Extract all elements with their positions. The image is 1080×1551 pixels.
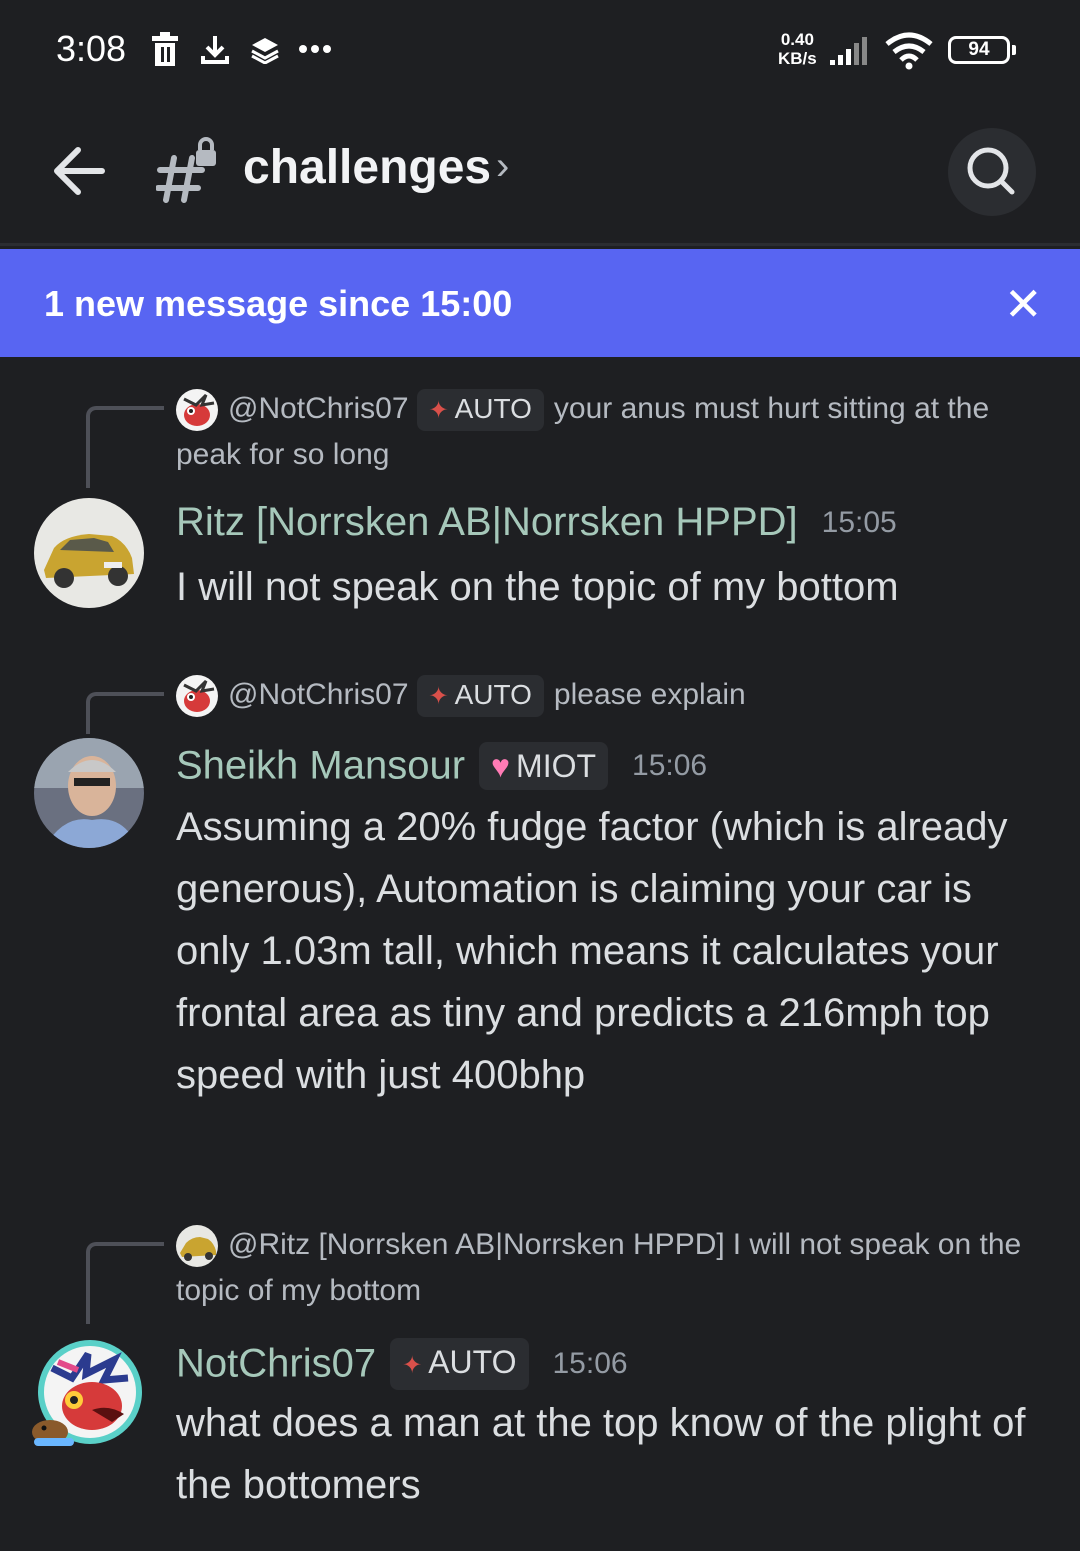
tag-label: AUTO	[454, 393, 532, 425]
message[interactable]: @NotChris07 ✦ AUTO your anus must hurt sitt…	[0, 380, 1080, 640]
role-tag: ✦ AUTO	[416, 675, 544, 718]
message-content: what does a man at the top know of the p…	[176, 1401, 1026, 1507]
reply-username[interactable]: @NotChris07	[228, 392, 409, 425]
net-speed: 0.40 KB/s	[778, 30, 817, 68]
avatar[interactable]	[34, 738, 144, 848]
username[interactable]: NotChris07	[176, 1342, 376, 1386]
message-content: I will not speak on the topic of my bott…	[176, 565, 899, 609]
message[interactable]: @NotChris07 ✦ AUTO please explain Sheikh Ma…	[0, 666, 1080, 1186]
username[interactable]: Sheikh Mansour	[176, 744, 465, 788]
username[interactable]: Ritz [Norrsken AB|Norrsken HPPD]	[176, 500, 798, 544]
new-messages-text: 1 new message since 15:00	[44, 283, 513, 324]
message-header: NotChris07 ✦ AUTO 15:06	[176, 1338, 628, 1390]
battery-indicator: 94	[948, 36, 1016, 64]
avatar[interactable]	[34, 498, 144, 608]
reply-preview[interactable]: @Ritz [Norrsken AB|Norrsken HPPD] I will …	[176, 1222, 1036, 1314]
role-tag: ✦ AUTO	[416, 389, 544, 432]
channel-hash-icon	[156, 137, 216, 203]
tag-label: AUTO	[454, 679, 532, 711]
layers-icon	[251, 38, 279, 64]
role-tag: ♥ MIOT	[479, 742, 609, 790]
new-messages-bar[interactable]: 1 new message since 15:00 ✕	[0, 249, 1080, 357]
auto-tag-icon: ✦	[428, 683, 449, 711]
auto-tag-icon: ✦	[402, 1352, 423, 1379]
message-content: Assuming a 20% fudge factor (which is al…	[176, 805, 1008, 1097]
message[interactable]: @Ritz [Norrsken AB|Norrsken HPPD] I will …	[0, 1216, 1080, 1536]
signal-icon	[830, 37, 867, 65]
avatar	[176, 389, 218, 432]
avatar[interactable]	[28, 1334, 146, 1452]
reply-preview[interactable]: @NotChris07 ✦ AUTO your anus must hurt sitt…	[176, 386, 1036, 478]
download-icon	[201, 36, 229, 64]
wifi-icon	[885, 32, 933, 70]
reply-username[interactable]: @NotChris07	[228, 678, 409, 711]
message-header: Ritz [Norrsken AB|Norrsken HPPD] 15:05	[176, 500, 897, 545]
close-icon[interactable]: ✕	[1004, 277, 1043, 331]
channel-header: challenges ›	[0, 100, 1080, 246]
avatar	[176, 675, 218, 718]
chevron-right-icon[interactable]: ›	[496, 144, 509, 189]
search-button[interactable]	[948, 128, 1036, 216]
message-header: Sheikh Mansour ♥ MIOT 15:06	[176, 742, 707, 790]
channel-name[interactable]: challenges	[243, 140, 491, 195]
back-arrow-icon[interactable]	[44, 136, 114, 206]
status-bar: 3:08 0.40 KB/s 94	[0, 0, 1080, 100]
trash-icon	[152, 32, 178, 66]
timestamp: 15:06	[632, 749, 708, 782]
heart-icon: ♥	[491, 748, 511, 784]
reply-preview[interactable]: @NotChris07 ✦ AUTO please explain	[176, 672, 1036, 718]
tag-label: AUTO	[428, 1344, 517, 1380]
net-speed-unit: KB/s	[778, 49, 817, 68]
avatar	[176, 1225, 218, 1268]
status-time: 3:08	[56, 28, 127, 69]
auto-tag-icon: ✦	[428, 397, 449, 425]
more-icon	[299, 45, 331, 53]
search-icon	[967, 147, 1015, 195]
reply-username[interactable]: @Ritz [Norrsken AB|Norrsken HPPD]	[228, 1228, 725, 1261]
tag-label: MIOT	[516, 748, 597, 784]
reply-connector	[86, 1242, 164, 1324]
reply-connector	[86, 692, 164, 734]
timestamp: 15:06	[552, 1347, 628, 1380]
net-speed-value: 0.40	[780, 30, 814, 49]
timestamp: 15:05	[821, 505, 897, 539]
reply-connector	[86, 406, 164, 488]
reply-text: please explain	[553, 678, 746, 711]
role-tag: ✦ AUTO	[390, 1338, 529, 1390]
